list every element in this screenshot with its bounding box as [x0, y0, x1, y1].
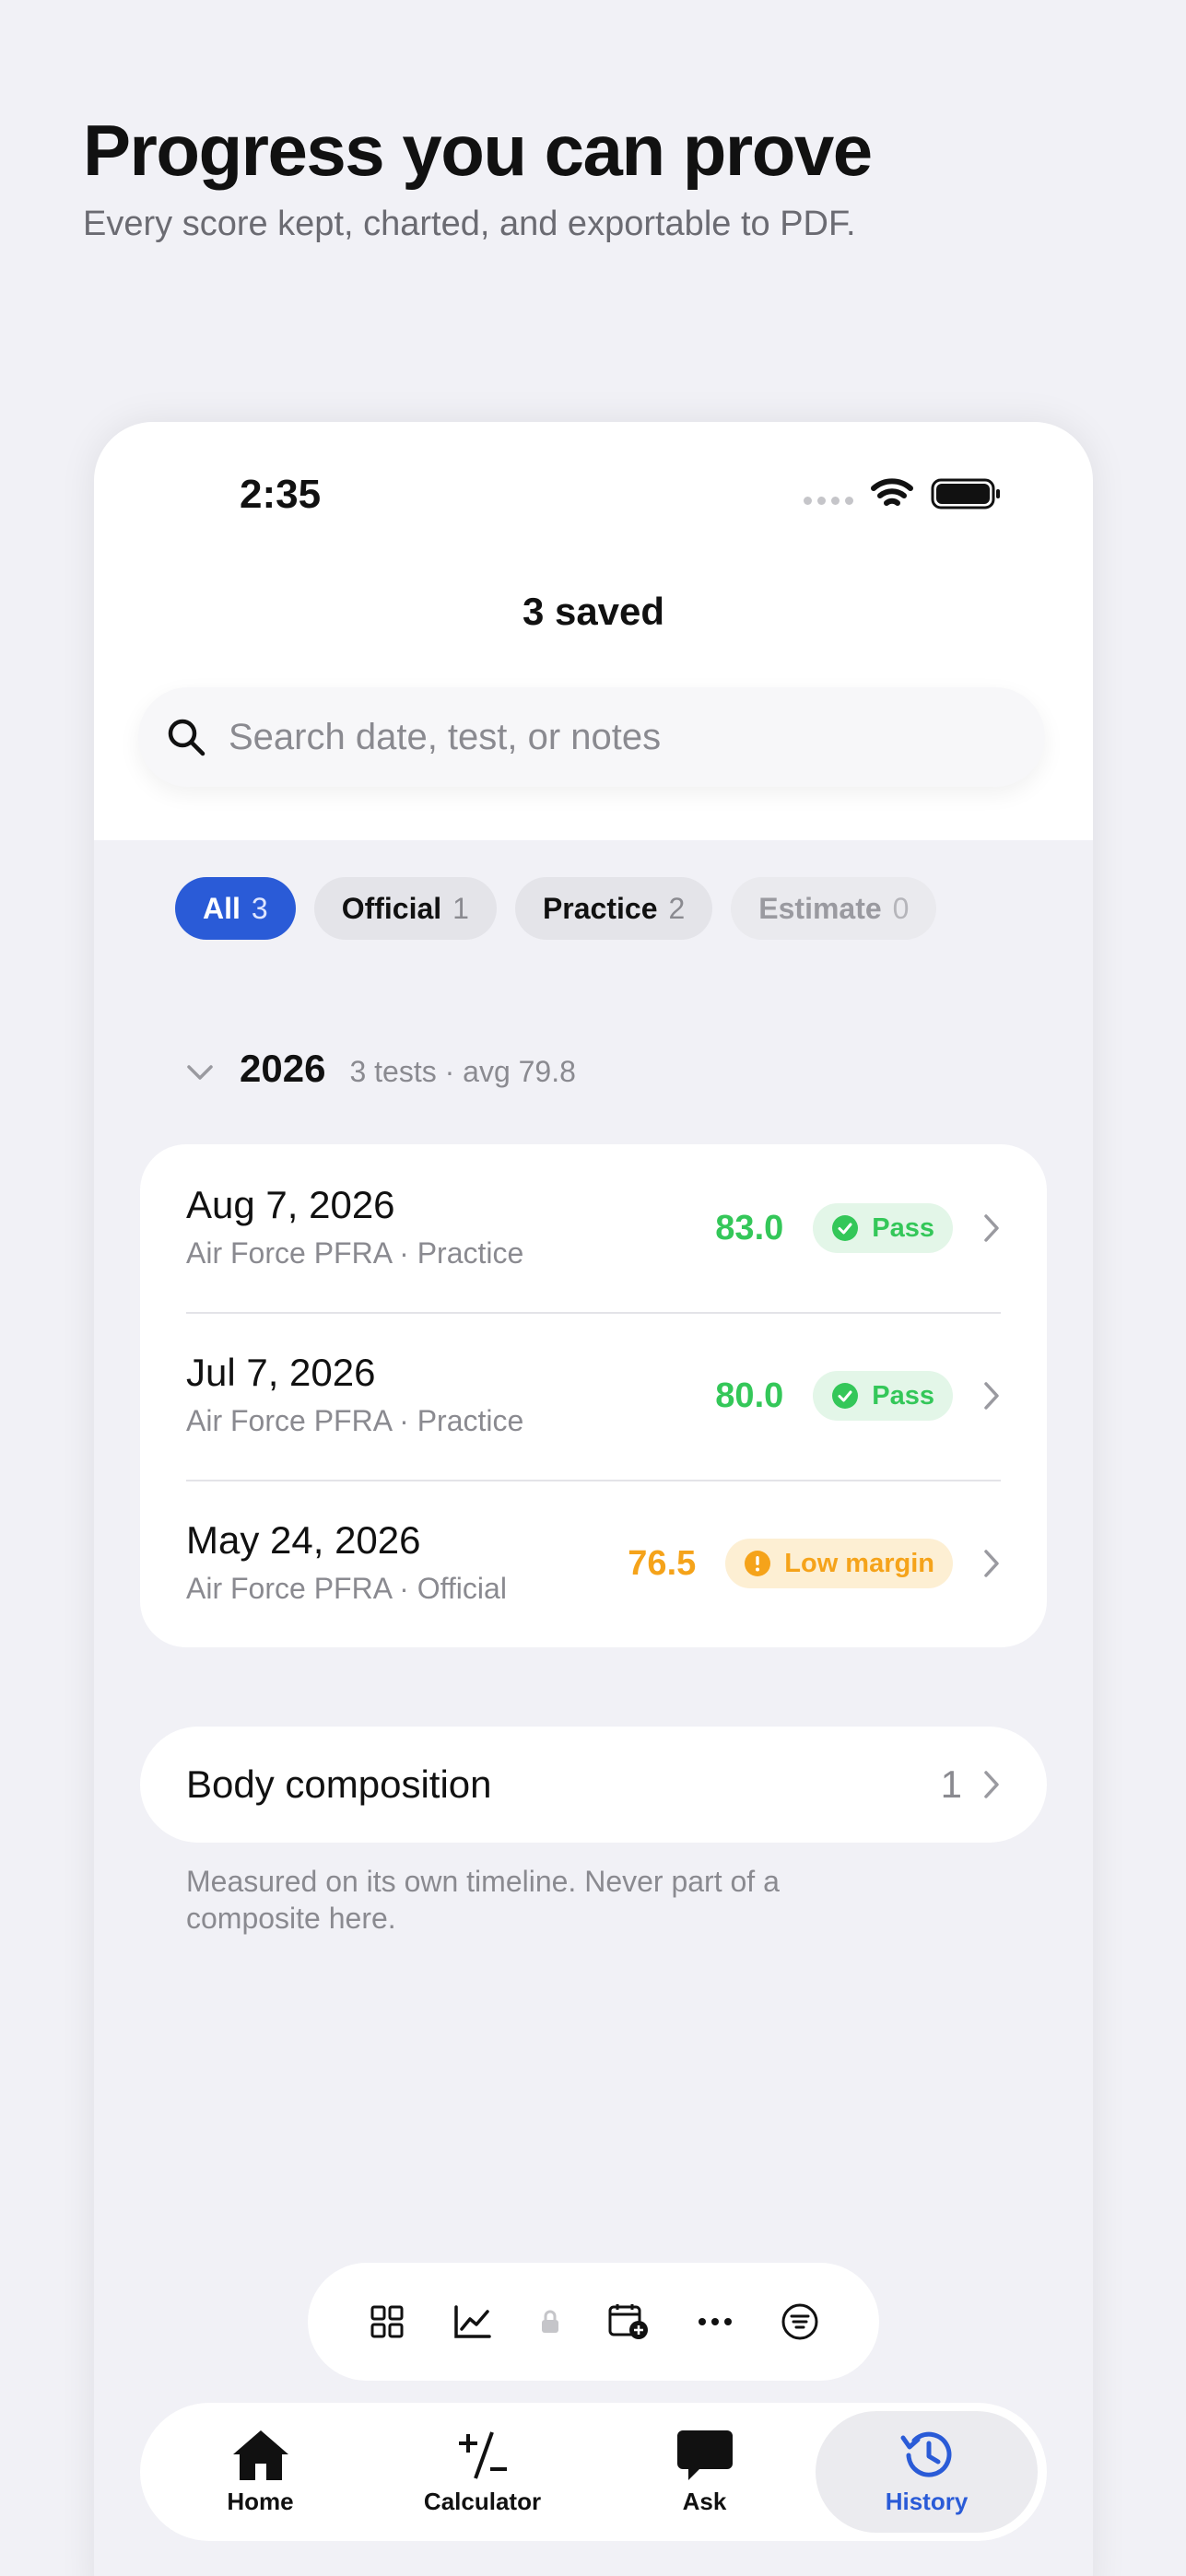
- floating-toolbar: [308, 2263, 879, 2381]
- record-detail: Air Force PFRA · Official: [186, 1572, 507, 1605]
- tab-label: History: [885, 2487, 969, 2515]
- filter-chip-all[interactable]: All 3: [175, 877, 296, 940]
- header-area: 2:35 3 saved Search date, test, or notes: [94, 422, 1093, 840]
- filter-chip-official[interactable]: Official 1: [313, 877, 497, 940]
- chip-label: Practice: [542, 891, 658, 925]
- status-badge: Pass: [813, 1371, 953, 1421]
- check-circle-icon: [832, 1383, 859, 1409]
- record-row[interactable]: Aug 7, 2026 Air Force PFRA · Practice 83…: [140, 1144, 1047, 1312]
- record-date: Jul 7, 2026: [186, 1351, 376, 1394]
- record-date: May 24, 2026: [186, 1518, 421, 1562]
- chevron-right-icon: [984, 1214, 999, 1242]
- chevron-right-icon: [984, 1771, 999, 1798]
- tab-home[interactable]: Home: [149, 2411, 371, 2533]
- trend-chart-icon[interactable]: [452, 2303, 493, 2340]
- chevron-right-icon: [984, 1550, 999, 1577]
- more-icon[interactable]: [697, 2316, 734, 2327]
- chip-label: Estimate: [758, 891, 882, 925]
- body-composition-label: Body composition: [186, 1762, 492, 1806]
- battery-icon: [931, 478, 1000, 509]
- record-row[interactable]: May 24, 2026 Air Force PFRA · Official 7…: [140, 1480, 1047, 1647]
- search-icon: [168, 719, 205, 756]
- history-icon: [900, 2431, 951, 2477]
- search-placeholder: Search date, test, or notes: [229, 716, 662, 757]
- lock-icon: [540, 2309, 560, 2335]
- chip-label: All: [203, 891, 241, 925]
- calculator-icon: [458, 2430, 507, 2479]
- status-label: Pass: [872, 1380, 934, 1411]
- search-input[interactable]: Search date, test, or notes: [138, 687, 1045, 787]
- chip-count: 2: [668, 891, 686, 925]
- tab-calculator[interactable]: Calculator: [371, 2411, 593, 2533]
- record-detail: Air Force PFRA · Practice: [186, 1404, 524, 1437]
- tab-label: Ask: [682, 2487, 727, 2515]
- calendar-add-icon[interactable]: [607, 2302, 650, 2341]
- chevron-right-icon: [984, 1382, 999, 1410]
- status-time: 2:35: [240, 472, 322, 517]
- home-icon: [232, 2430, 288, 2480]
- tab-bar: Home Calculator Ask History: [140, 2403, 1047, 2541]
- record-detail: Air Force PFRA · Practice: [186, 1236, 524, 1270]
- chip-count: 0: [892, 891, 910, 925]
- filter-icon[interactable]: [781, 2302, 819, 2341]
- chevron-down-icon: [187, 1065, 213, 1080]
- tab-ask[interactable]: Ask: [593, 2411, 816, 2533]
- check-circle-icon: [832, 1215, 859, 1241]
- record-score: 83.0: [715, 1208, 784, 1247]
- status-badge: Low margin: [725, 1539, 953, 1588]
- status-badge: Pass: [813, 1203, 953, 1253]
- chip-count: 1: [452, 891, 469, 925]
- tab-label: Home: [227, 2487, 294, 2515]
- wifi-icon: [871, 478, 913, 506]
- status-icons: [804, 477, 1003, 510]
- tab-history[interactable]: History: [816, 2411, 1038, 2533]
- hero-title: Progress you can prove: [83, 110, 873, 191]
- status-label: Pass: [872, 1212, 934, 1243]
- group-year: 2026: [240, 1047, 326, 1090]
- hero-subtitle: Every score kept, charted, and exportabl…: [83, 205, 856, 243]
- body-composition-note: Measured on its own timeline. Never part…: [186, 1865, 780, 1935]
- warning-circle-icon: [745, 1551, 771, 1576]
- page-title: 3 saved: [522, 590, 665, 633]
- records-card: Aug 7, 2026 Air Force PFRA · Practice 83…: [140, 1144, 1047, 1647]
- chip-label: Official: [341, 891, 442, 925]
- body-composition-count: 1: [940, 1762, 962, 1806]
- year-group-header[interactable]: 2026 3 tests · avg 79.8: [186, 1047, 576, 1091]
- record-date: Aug 7, 2026: [186, 1183, 395, 1226]
- chip-count: 3: [251, 891, 268, 925]
- record-score: 76.5: [628, 1543, 697, 1583]
- phone-screen: 2:35 3 saved Search date, test, or notes: [94, 422, 1093, 2576]
- record-row[interactable]: Jul 7, 2026 Air Force PFRA · Practice 80…: [140, 1312, 1047, 1480]
- tab-label: Calculator: [423, 2487, 542, 2515]
- grid-icon[interactable]: [369, 2303, 405, 2340]
- status-label: Low margin: [784, 1548, 934, 1578]
- filter-chips: All 3 Official 1 Practice 2 Estimate 0: [175, 877, 937, 940]
- group-summary: 3 tests · avg 79.8: [349, 1055, 576, 1088]
- cellular-signal-icon: [804, 496, 853, 505]
- record-score: 80.0: [715, 1376, 784, 1415]
- body-composition-row[interactable]: Body composition 1: [140, 1727, 1047, 1843]
- filter-chip-estimate[interactable]: Estimate 0: [731, 877, 937, 940]
- filter-chip-practice[interactable]: Practice 2: [514, 877, 713, 940]
- chat-bubble-icon: [676, 2430, 733, 2480]
